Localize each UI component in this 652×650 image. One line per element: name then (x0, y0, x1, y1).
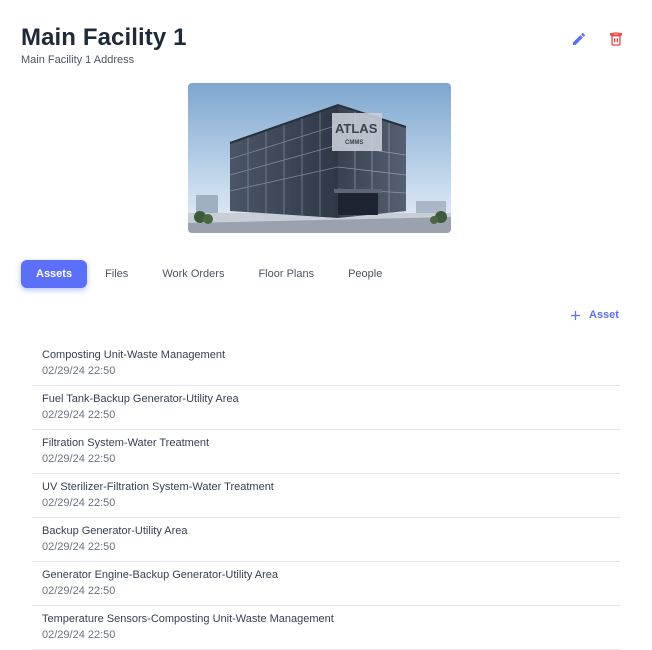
add-asset-button[interactable]: Asset (570, 309, 619, 321)
delete-button[interactable] (607, 30, 625, 48)
asset-date: 02/29/24 22:50 (42, 541, 116, 553)
facility-image: ATLAS CMMS (188, 83, 451, 233)
asset-name: UV Sterilizer-Filtration System-Water Tr… (42, 481, 274, 493)
facility-address: Main Facility 1 Address (21, 54, 135, 66)
list-item[interactable]: Temperature Sensors-Composting Unit-Wast… (32, 606, 620, 650)
pencil-icon (573, 32, 586, 45)
asset-name: Backup Generator-Utility Area (42, 525, 188, 537)
page-title: Main Facility 1 (21, 24, 187, 51)
brand-logo-text: ATLAS (335, 121, 378, 136)
asset-name: Generator Engine-Backup Generator-Utilit… (42, 569, 279, 581)
list-item[interactable]: Filtration System-Water Treatment 02/29/… (32, 430, 620, 474)
tab-files[interactable]: Files (89, 260, 144, 288)
plus-icon (570, 310, 581, 320)
add-asset-label: Asset (589, 309, 619, 321)
asset-date: 02/29/24 22:50 (42, 497, 116, 509)
list-item[interactable]: Composting Unit-Waste Management 02/29/2… (32, 342, 620, 386)
asset-list: Composting Unit-Waste Management 02/29/2… (32, 342, 620, 650)
edit-button[interactable] (570, 30, 588, 48)
asset-name: Filtration System-Water Treatment (42, 437, 210, 449)
tab-work-orders[interactable]: Work Orders (146, 260, 240, 288)
brand-logo-sub: CMMS (345, 140, 363, 146)
asset-name: Fuel Tank-Backup Generator-Utility Area (42, 393, 239, 405)
asset-name: Composting Unit-Waste Management (42, 349, 226, 361)
tab-assets[interactable]: Assets (21, 260, 88, 288)
asset-date: 02/29/24 22:50 (42, 629, 116, 641)
asset-date: 02/29/24 22:50 (42, 585, 116, 597)
tab-floor-plans[interactable]: Floor Plans (242, 260, 330, 288)
asset-date: 02/29/24 22:50 (42, 409, 116, 421)
list-item[interactable]: Fuel Tank-Backup Generator-Utility Area … (32, 386, 620, 430)
list-item[interactable]: UV Sterilizer-Filtration System-Water Tr… (32, 474, 620, 518)
tab-people[interactable]: People (332, 260, 398, 288)
asset-name: Temperature Sensors-Composting Unit-Wast… (42, 613, 334, 625)
building-illustration: ATLAS CMMS (188, 83, 451, 233)
list-item[interactable]: Backup Generator-Utility Area 02/29/24 2… (32, 518, 620, 562)
asset-date: 02/29/24 22:50 (42, 453, 116, 465)
facility-tabs: Assets Files Work Orders Floor Plans Peo… (21, 260, 400, 288)
list-item[interactable]: Generator Engine-Backup Generator-Utilit… (32, 562, 620, 606)
trash-icon (610, 32, 622, 46)
asset-date: 02/29/24 22:50 (42, 365, 116, 377)
